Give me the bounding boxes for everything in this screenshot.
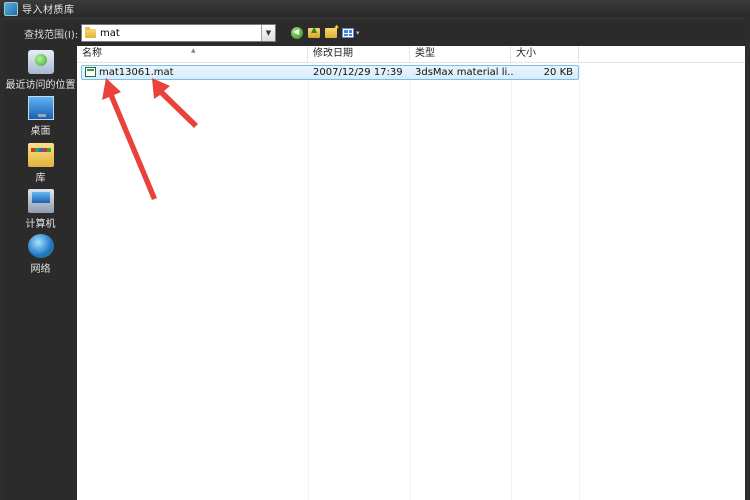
file-size: 20 KB	[543, 67, 573, 78]
place-label: 桌面	[30, 126, 51, 137]
toolbar: 查找范围(I): mat ▼ ▾	[4, 20, 745, 46]
place-computer[interactable]: 计算机	[4, 189, 77, 230]
place-recent[interactable]: 最近访问的位置	[4, 50, 77, 91]
window-frame-right	[745, 17, 750, 500]
new-folder-button[interactable]	[324, 23, 340, 40]
back-button[interactable]	[290, 26, 304, 40]
place-label: 计算机	[25, 219, 56, 230]
place-libraries[interactable]: 库	[4, 143, 77, 184]
view-menu-button[interactable]	[341, 26, 355, 40]
file-modified: 2007/12/29 17:39	[313, 67, 403, 78]
look-in-value: mat	[100, 27, 120, 39]
chevron-down-icon[interactable]: ▼	[261, 25, 275, 41]
file-name: mat13061.mat	[99, 67, 174, 78]
window-title: 导入材质库	[22, 5, 75, 16]
file-row[interactable]: mat13061.mat 2007/12/29 17:39 3dsMax mat…	[81, 65, 579, 80]
column-divider	[410, 63, 411, 500]
view-dropdown-icon[interactable]: ▾	[356, 29, 360, 37]
column-divider	[308, 63, 309, 500]
title-bar: 导入材质库	[0, 0, 750, 17]
file-list[interactable]: 名称 ▲ 修改日期 类型 大小 mat13061.mat 2007/12/29 1…	[77, 46, 745, 500]
recent-places-icon	[27, 50, 54, 74]
libraries-icon	[27, 143, 54, 167]
place-label: 最近访问的位置	[5, 80, 76, 91]
material-file-icon	[85, 67, 96, 77]
new-folder-icon	[325, 23, 340, 38]
sort-ascending-icon: ▲	[191, 47, 196, 54]
look-in-label: 查找范围(I):	[24, 29, 79, 41]
network-icon	[27, 234, 54, 258]
column-divider	[511, 63, 512, 500]
folder-icon	[85, 26, 96, 38]
place-label: 网络	[30, 264, 51, 275]
back-arrow-icon	[291, 27, 303, 39]
list-header: 名称 ▲ 修改日期 类型 大小	[77, 46, 745, 63]
up-folder-button[interactable]	[307, 25, 321, 40]
column-header-modified[interactable]: 修改日期	[308, 46, 410, 62]
column-header-size[interactable]: 大小	[511, 46, 579, 62]
place-network[interactable]: 网络	[4, 234, 77, 275]
column-header-name[interactable]: 名称 ▲	[77, 46, 308, 62]
desktop-icon	[27, 96, 54, 120]
up-folder-icon	[308, 25, 320, 38]
place-desktop[interactable]: 桌面	[4, 96, 77, 137]
computer-icon	[27, 189, 54, 213]
column-header-label: 名称	[82, 48, 102, 59]
file-type: 3dsMax material li...	[415, 67, 513, 78]
places-bar: 最近访问的位置 桌面 库 计算机 网络	[4, 46, 77, 500]
app-icon	[4, 1, 18, 16]
column-divider	[579, 63, 580, 500]
view-grid-icon	[342, 28, 354, 38]
look-in-combobox[interactable]: mat ▼	[81, 24, 276, 42]
column-header-type[interactable]: 类型	[410, 46, 511, 62]
place-label: 库	[35, 173, 46, 184]
